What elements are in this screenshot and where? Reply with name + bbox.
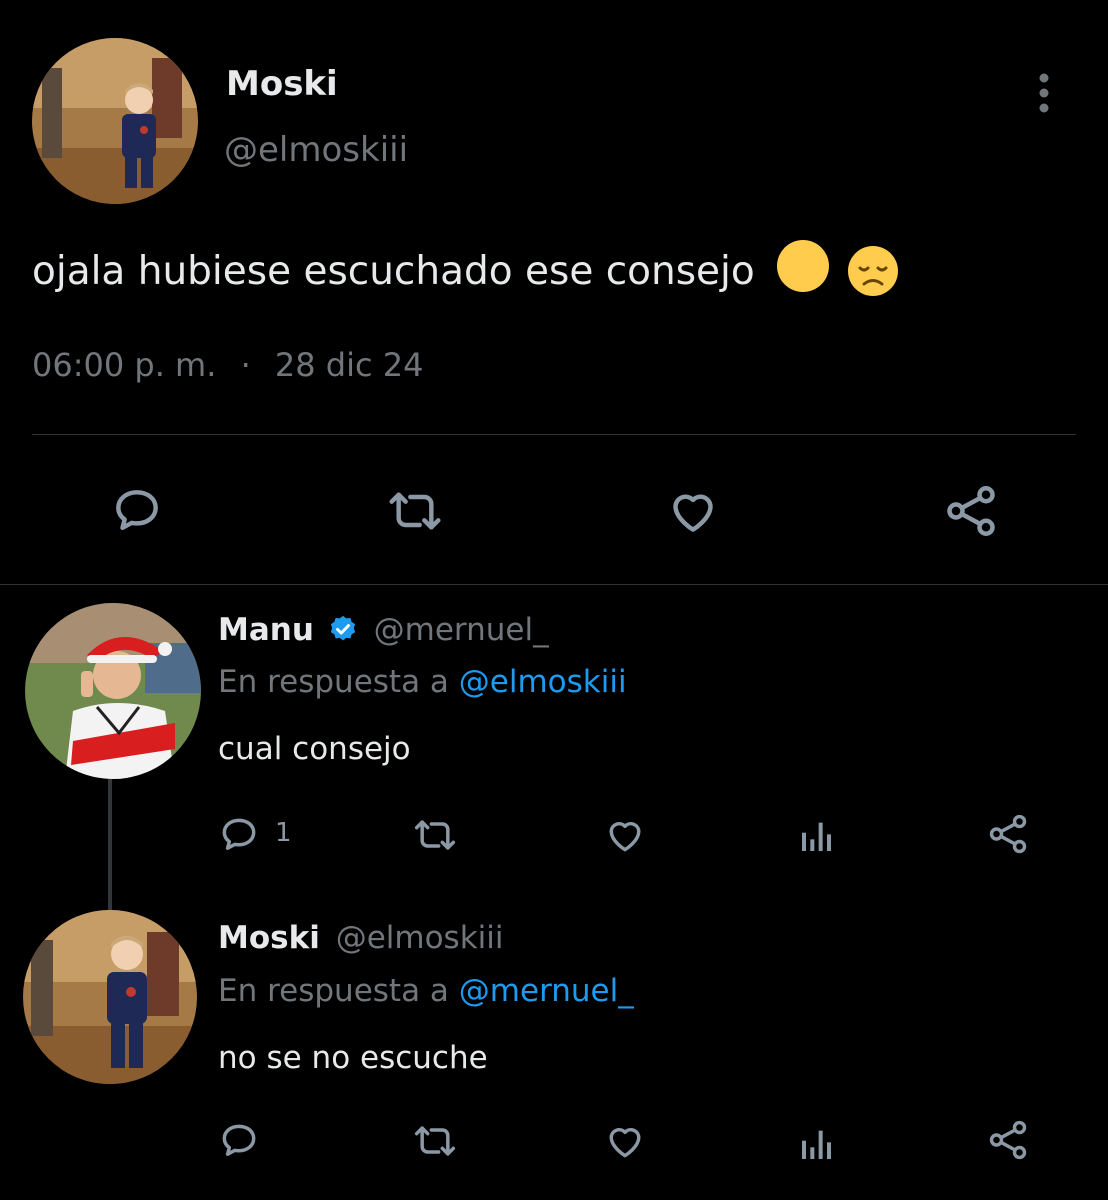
reply-prefix: En respuesta a <box>218 664 449 700</box>
main-author-handle[interactable]: @elmoskiii <box>224 130 408 170</box>
reply1-header: Manu @mernuel_ <box>218 612 549 648</box>
more-options-icon[interactable] <box>1026 70 1062 116</box>
tweet-time[interactable]: 06:00 p. m. <box>32 346 216 384</box>
reply2-header: Moski @elmoskiii <box>218 920 504 956</box>
tweet-date[interactable]: 28 dic 24 <box>275 346 424 384</box>
reply1-author-avatar[interactable] <box>25 603 201 779</box>
reply2-context: En respuesta a @mernuel_ <box>218 973 634 1009</box>
tweet-text-content: ojala hubiese escuchado ese consejo <box>32 249 755 294</box>
reply1-analytics-icon[interactable] <box>796 814 838 858</box>
reply2-author-name[interactable]: Moski <box>218 920 320 956</box>
like-icon[interactable] <box>662 482 724 540</box>
reply2-author-avatar[interactable] <box>23 910 197 1084</box>
thread-connector-line <box>108 770 112 910</box>
reply1-reply-icon[interactable] <box>216 812 262 858</box>
thread-divider <box>0 584 1108 585</box>
reply-prefix: En respuesta a <box>218 973 449 1009</box>
reply1-mention-link[interactable]: @elmoskiii <box>459 664 627 700</box>
retweet-icon[interactable] <box>380 482 450 540</box>
main-author-name[interactable]: Moski <box>226 64 338 104</box>
meta-divider <box>32 434 1076 435</box>
reply1-retweet-icon[interactable] <box>408 812 462 858</box>
reply1-share-icon[interactable] <box>984 810 1032 858</box>
reply2-author-handle[interactable]: @elmoskiii <box>336 920 504 956</box>
reply1-author-name[interactable]: Manu <box>218 612 314 648</box>
reply1-context: En respuesta a @elmoskiii <box>218 664 627 700</box>
disappointed-emoji-face <box>847 245 899 297</box>
reply2-text: no se no escuche <box>218 1040 488 1076</box>
disappointed-emoji-icon: 😞 <box>777 240 830 292</box>
main-author-avatar[interactable] <box>32 38 198 204</box>
verified-badge-icon <box>328 614 358 644</box>
reply-icon[interactable] <box>108 482 166 540</box>
reply2-mention-link[interactable]: @mernuel_ <box>459 973 634 1009</box>
reply1-reply-count: 1 <box>275 818 292 848</box>
reply1-like-icon[interactable] <box>600 812 650 858</box>
reply2-like-icon[interactable] <box>600 1118 650 1164</box>
reply2-reply-icon[interactable] <box>216 1118 262 1164</box>
reply2-analytics-icon[interactable] <box>796 1122 838 1166</box>
reply1-text: cual consejo <box>218 731 411 767</box>
share-icon[interactable] <box>940 480 1002 542</box>
reply2-retweet-icon[interactable] <box>408 1118 462 1164</box>
reply1-author-handle[interactable]: @mernuel_ <box>374 612 549 648</box>
meta-separator: · <box>240 346 251 384</box>
reply2-share-icon[interactable] <box>984 1116 1032 1164</box>
main-tweet-text: ojala hubiese escuchado ese consejo 😞 <box>32 240 830 299</box>
main-tweet-meta: 06:00 p. m. · 28 dic 24 <box>32 346 423 384</box>
